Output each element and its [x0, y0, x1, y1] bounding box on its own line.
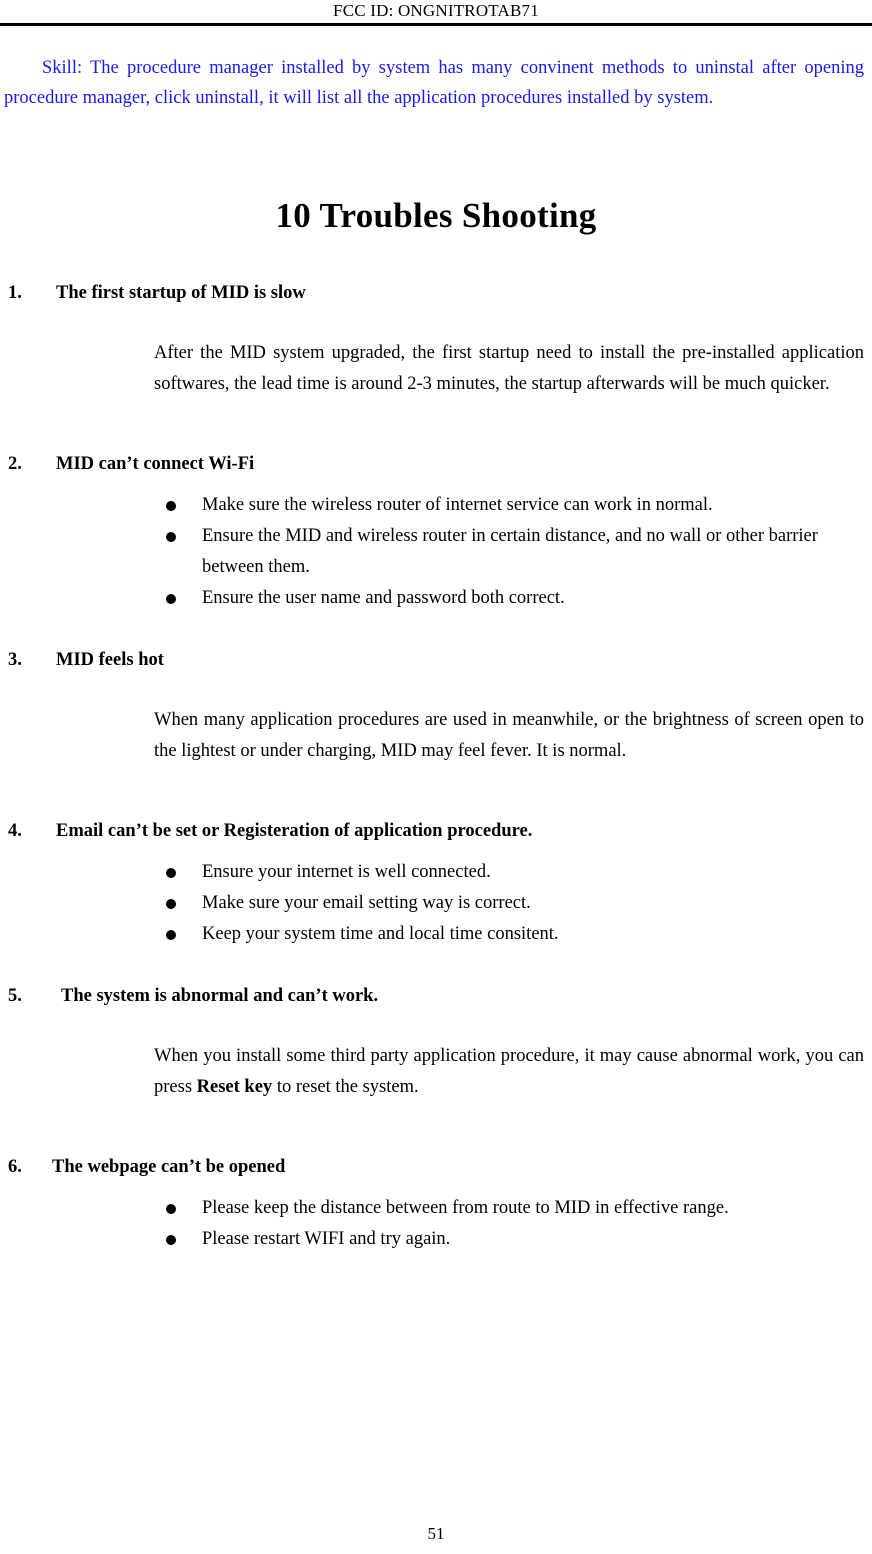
reset-key-emphasis: Reset key — [196, 1076, 273, 1097]
bullet-dot-icon — [166, 501, 176, 511]
page-title: 10 Troubles Shooting — [275, 196, 597, 235]
bullet-dot-icon — [166, 899, 176, 909]
item-heading: 4. Email can’t be set or Registeration o… — [4, 819, 868, 843]
list-item: Please keep the distance between from ro… — [4, 1193, 864, 1224]
list-item: Ensure your internet is well connected. — [4, 857, 864, 888]
bullet-dot-icon — [166, 594, 176, 604]
list-item: Ensure the MID and wireless router in ce… — [4, 521, 864, 583]
item-heading-text: The webpage can’t be opened — [52, 1157, 286, 1177]
troubleshoot-item-1: 1. The first startup of MID is slow Afte… — [4, 281, 868, 400]
document-page: FCC ID: ONGNITROTAB71 Skill: The procedu… — [0, 0, 872, 1554]
bullet-text: Ensure the MID and wireless router in ce… — [202, 526, 818, 577]
item-number: 6. — [8, 1157, 22, 1177]
bullet-text: Please keep the distance between from ro… — [202, 1198, 729, 1218]
bullet-dot-icon — [166, 868, 176, 878]
item-heading-text: The first startup of MID is slow — [56, 283, 306, 303]
page-number: 51 — [427, 1524, 445, 1543]
bullet-text: Ensure your internet is well connected. — [202, 862, 491, 882]
item-bullet-list: Ensure your internet is well connected. … — [4, 857, 868, 950]
item-heading: 1. The first startup of MID is slow — [4, 281, 868, 305]
troubleshoot-item-5: 5. The system is abnormal and can’t work… — [4, 984, 868, 1103]
bullet-dot-icon — [166, 1235, 176, 1245]
list-item: Ensure the user name and password both c… — [4, 583, 864, 614]
page-content: Skill: The procedure manager installed b… — [0, 53, 872, 1255]
item-bullet-list: Please keep the distance between from ro… — [4, 1193, 868, 1255]
item-number: 4. — [8, 821, 22, 841]
item-heading-text: The system is abnormal and can’t work. — [61, 986, 379, 1006]
item-heading-text: MID feels hot — [56, 650, 164, 670]
fcc-id-text: FCC ID: ONGNITROTAB71 — [333, 1, 539, 20]
header-divider — [0, 23, 872, 26]
bullet-dot-icon — [166, 1204, 176, 1214]
item-bullet-list: Make sure the wireless router of interne… — [4, 490, 868, 614]
troubleshoot-item-3: 3. MID feels hot When many application p… — [4, 648, 868, 767]
item-paragraph: When you install some third party applic… — [154, 1041, 864, 1103]
list-item: Please restart WIFI and try again. — [4, 1224, 864, 1255]
item-heading: 3. MID feels hot — [4, 648, 868, 672]
list-item: Keep your system time and local time con… — [4, 919, 864, 950]
bullet-text: Please restart WIFI and try again. — [202, 1229, 451, 1249]
item-number: 2. — [8, 454, 22, 474]
bullet-text: Ensure the user name and password both c… — [202, 588, 565, 608]
item-paragraph: When many application procedures are use… — [154, 709, 864, 761]
skill-note-paragraph: Skill: The procedure manager installed b… — [4, 58, 864, 108]
troubleshoot-item-4: 4. Email can’t be set or Registeration o… — [4, 819, 868, 950]
paragraph-text-after: to reset the system. — [272, 1076, 419, 1097]
troubleshoot-item-6: 6. The webpage can’t be opened Please ke… — [4, 1155, 868, 1255]
item-paragraph: After the MID system upgraded, the first… — [154, 342, 864, 394]
bullet-text: Make sure your email setting way is corr… — [202, 893, 531, 913]
bullet-text: Make sure the wireless router of interne… — [202, 495, 713, 515]
list-item: Make sure your email setting way is corr… — [4, 888, 864, 919]
item-heading-text: Email can’t be set or Registeration of a… — [56, 821, 533, 841]
bullet-dot-icon — [166, 532, 176, 542]
list-item: Make sure the wireless router of interne… — [4, 490, 864, 521]
item-number: 5. — [8, 986, 22, 1006]
item-heading: 6. The webpage can’t be opened — [4, 1155, 868, 1179]
troubleshoot-item-2: 2. MID can’t connect Wi-Fi Make sure the… — [4, 452, 868, 614]
bullet-text: Keep your system time and local time con… — [202, 924, 559, 944]
item-heading-text: MID can’t connect Wi-Fi — [56, 454, 255, 474]
page-footer: 51 — [0, 1524, 872, 1544]
bullet-dot-icon — [166, 930, 176, 940]
item-heading: 2. MID can’t connect Wi-Fi — [4, 452, 868, 476]
item-number: 1. — [8, 283, 22, 303]
item-number: 3. — [8, 650, 22, 670]
page-header: FCC ID: ONGNITROTAB71 — [0, 0, 872, 21]
item-heading: 5. The system is abnormal and can’t work… — [4, 984, 868, 1008]
